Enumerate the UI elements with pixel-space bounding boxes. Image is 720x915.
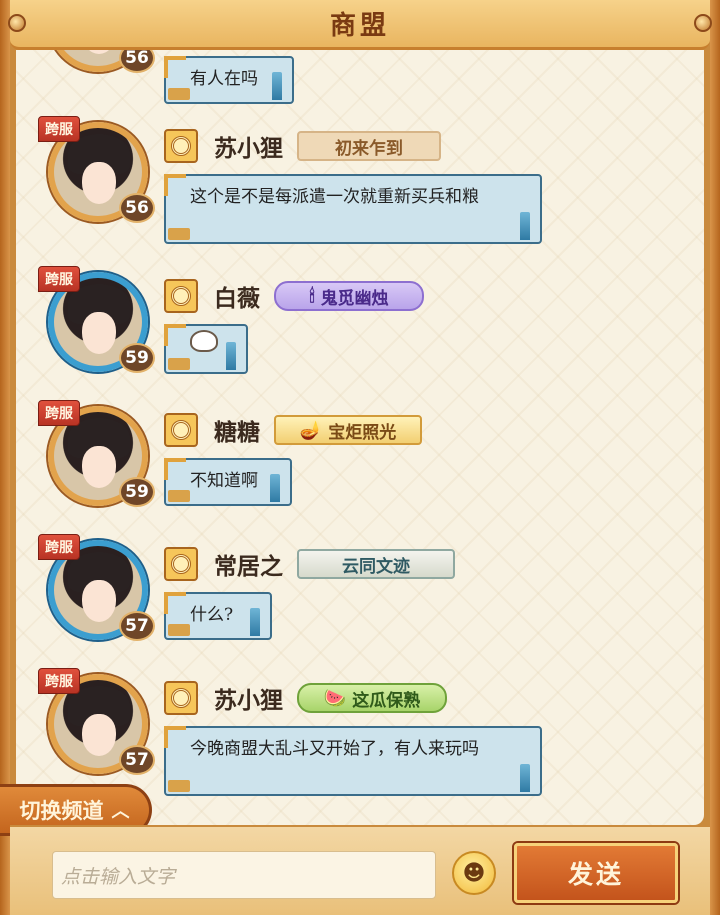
bird-sticker-icon: [190, 330, 218, 352]
level-badge: 57: [119, 611, 155, 641]
title-badge: 🪔 宝炬照光: [274, 415, 422, 445]
rank-icon: [164, 129, 198, 163]
header-knob-left: [8, 14, 26, 32]
cross-server-tag: 跨服: [38, 668, 80, 694]
melon-icon: 🍉: [323, 687, 347, 709]
name-row: 白薇 🕯 鬼觅幽烛: [164, 278, 424, 314]
input-placeholder: 点击输入文字: [61, 865, 176, 888]
username[interactable]: 糖糖: [214, 413, 260, 447]
header: 商盟: [8, 0, 712, 50]
message-bubble[interactable]: 这个是不是每派遣一次就重新买兵和粮: [164, 174, 542, 244]
level-badge: 57: [119, 745, 155, 775]
message-bubble[interactable]: 今晚商盟大乱斗又开始了，有人来玩吗: [164, 726, 542, 796]
message-bubble[interactable]: 什么?: [164, 592, 272, 640]
title-badge: 云同文迹: [297, 549, 455, 579]
candle-icon: 🕯: [309, 285, 315, 307]
message-text: 有人在吗: [190, 69, 258, 89]
rank-icon: [164, 681, 198, 715]
name-row: 苏小狸 🍉 这瓜保熟: [164, 680, 447, 716]
title-badge: 🕯 鬼觅幽烛: [274, 281, 424, 311]
page-title: 商盟: [329, 11, 390, 41]
message-text: 今晚商盟大乱斗又开始了，有人来玩吗: [190, 739, 479, 759]
name-row: 常居之 云同文迹: [164, 546, 455, 582]
message-bubble[interactable]: 不知道啊: [164, 458, 292, 506]
chat-message: 56 有人在吗: [16, 50, 704, 107]
avatar[interactable]: 跨服 57: [38, 668, 155, 779]
send-button[interactable]: 发送: [514, 843, 678, 903]
level-badge: 59: [119, 477, 155, 507]
message-text: 这个是不是每派遣一次就重新买兵和粮: [190, 187, 479, 207]
chat-list[interactable]: 56 有人在吗 跨服 56 苏小狸 初来乍到 这个是不是每派遣一次就重新买兵和粮: [16, 50, 704, 825]
cross-server-tag: 跨服: [38, 400, 80, 426]
header-knob-right: [694, 14, 712, 32]
rank-icon: [164, 413, 198, 447]
chat-message: 跨服 56 苏小狸 初来乍到 这个是不是每派遣一次就重新买兵和粮: [16, 116, 704, 257]
frame-right: [710, 0, 720, 915]
title-badge: 🍉 这瓜保熟: [297, 683, 447, 713]
rank-icon: [164, 279, 198, 313]
chat-message: 跨服 59 糖糖 🪔 宝炬照光 不知道啊: [16, 400, 704, 541]
message-text: 不知道啊: [190, 471, 258, 491]
level-badge: 56: [119, 50, 155, 73]
username[interactable]: 苏小狸: [214, 129, 283, 163]
avatar[interactable]: 跨服 59: [38, 400, 155, 511]
avatar[interactable]: 跨服 57: [38, 534, 155, 645]
name-row: 苏小狸 初来乍到: [164, 128, 441, 164]
input-bar: 点击输入文字 ☻ 发送: [10, 825, 710, 915]
message-bubble[interactable]: [164, 324, 248, 374]
rank-icon: [164, 547, 198, 581]
cross-server-tag: 跨服: [38, 534, 80, 560]
level-badge: 56: [119, 193, 155, 223]
chevron-up-icon: ︿: [111, 801, 130, 822]
lamp-icon: 🪔: [299, 419, 323, 441]
cross-server-tag: 跨服: [38, 116, 80, 142]
username[interactable]: 白薇: [214, 279, 260, 313]
username[interactable]: 苏小狸: [214, 681, 283, 715]
message-input[interactable]: 点击输入文字: [52, 851, 436, 899]
frame-left: [0, 0, 10, 915]
level-badge: 59: [119, 343, 155, 373]
avatar[interactable]: 跨服 59: [38, 266, 155, 377]
username[interactable]: 常居之: [214, 547, 283, 581]
avatar[interactable]: 跨服 56: [38, 116, 155, 227]
chat-message: 跨服 57 常居之 云同文迹 什么?: [16, 534, 704, 675]
message-text: 什么?: [190, 605, 234, 625]
message-bubble[interactable]: 有人在吗: [164, 56, 294, 104]
cross-server-tag: 跨服: [38, 266, 80, 292]
chat-message: 跨服 59 白薇 🕯 鬼觅幽烛: [16, 266, 704, 407]
emoji-icon[interactable]: ☻: [452, 851, 496, 895]
name-row: 糖糖 🪔 宝炬照光: [164, 412, 422, 448]
title-badge: 初来乍到: [297, 131, 441, 161]
avatar[interactable]: 56: [48, 50, 155, 77]
